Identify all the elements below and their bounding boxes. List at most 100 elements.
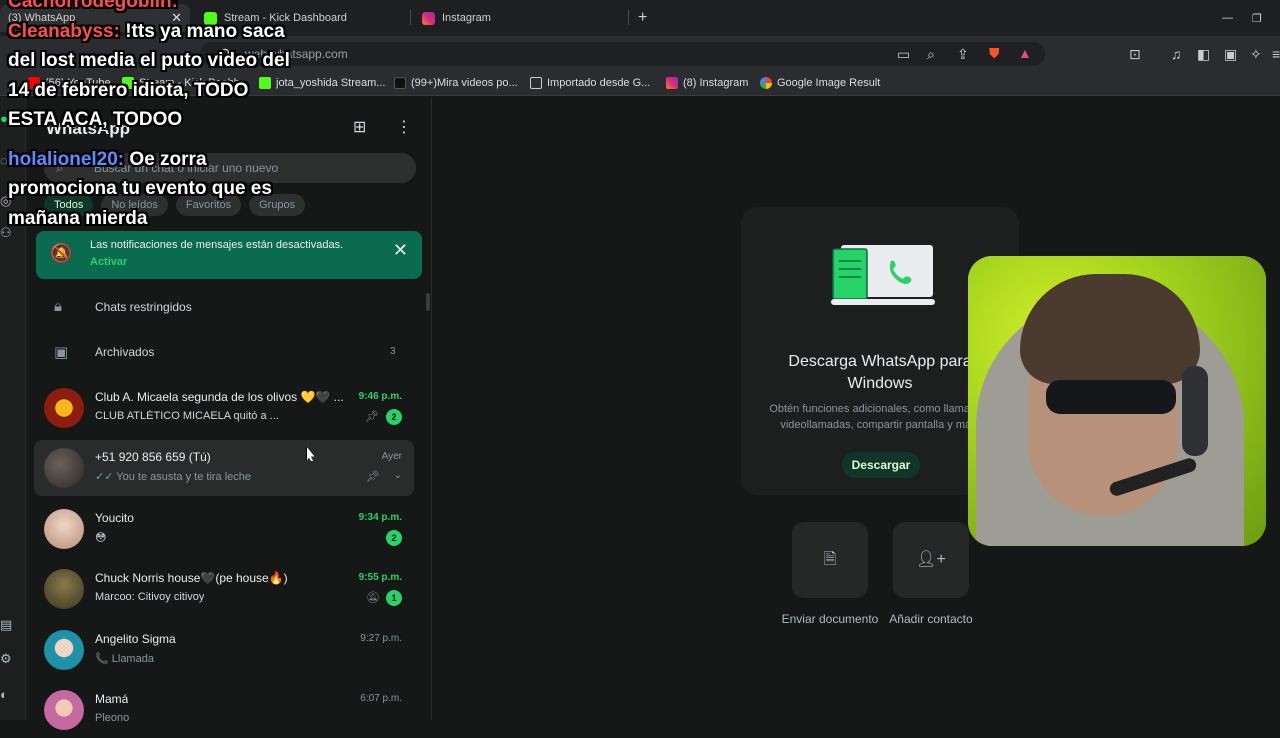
close-banner-icon[interactable]: ✕ — [393, 240, 408, 261]
filter-all[interactable]: Todos — [44, 194, 94, 216]
chat-filters: Todos No leídos Favoritos Grupos — [44, 194, 306, 216]
avatar — [44, 690, 84, 730]
chat-item[interactable]: Youcito 😳 9:34 p.m. 2 — [34, 501, 414, 557]
filter-groups[interactable]: Grupos — [249, 194, 306, 216]
scrollbar-thumb[interactable] — [426, 293, 430, 311]
lock-icon: 🔒︎ — [54, 298, 62, 315]
status-icon[interactable]: ◌ — [0, 153, 8, 168]
bookmark-jota-yoshida[interactable]: jota_yoshida Stream... — [259, 77, 385, 89]
bookmark-label: Importado desde G... — [547, 77, 651, 89]
send-document-label: Enviar documento — [781, 612, 879, 626]
chats-icon[interactable]: ● — [0, 111, 8, 126]
tab-separator — [410, 10, 411, 25]
send-document-action[interactable]: 🗎 Enviar documento — [775, 522, 885, 626]
share-icon[interactable]: ⇪ — [957, 46, 969, 63]
menu-icon[interactable]: ≡ — [1272, 46, 1280, 62]
chat-preview: CLUB ATLÉTICO MICAELA quitó a ... — [95, 410, 279, 422]
archived-count: 3 — [390, 346, 396, 357]
chat-name: Angelito Sigma — [95, 632, 176, 646]
brave-shield-icon[interactable]: ⛊ — [989, 45, 1000, 62]
search-input[interactable]: ⌕ Buscar un chat o iniciar uno nuevo — [44, 153, 416, 183]
chat-time: 9:34 p.m. — [358, 512, 402, 523]
kick-icon — [259, 77, 271, 89]
chevron-down-icon[interactable]: ⌄ — [394, 470, 402, 481]
chat-time: 9:27 p.m. — [360, 633, 402, 644]
activate-notifications-link[interactable]: Activar — [90, 256, 127, 268]
webcam-headset — [1182, 366, 1208, 456]
tab-title: (3) WhatsApp — [8, 12, 76, 24]
chat-name: Mamá — [95, 692, 129, 706]
wallet-icon[interactable]: ▣ — [1224, 46, 1237, 63]
laptop-illustration-icon — [831, 245, 935, 305]
archived-chats-row[interactable]: ▣ Archivados 3 — [26, 331, 426, 375]
minimize-window-button[interactable]: — — [1222, 4, 1236, 32]
restricted-chats-label: Chats restringidos — [95, 300, 192, 314]
new-tab-button[interactable]: + — [638, 4, 658, 32]
filter-favorites[interactable]: Favoritos — [175, 194, 242, 216]
pin-icon: 📌︎ — [366, 471, 380, 483]
chat-item[interactable]: Angelito Sigma 📞 Llamada 9:27 p.m. — [34, 622, 414, 678]
chat-name: Youcito — [95, 511, 134, 525]
chat-item[interactable]: +51 920 856 659 (Tú) ✓✓ You te asusta y … — [34, 440, 414, 496]
close-tab-icon[interactable]: ✕ — [171, 10, 182, 26]
restricted-chats-row[interactable]: 🔒︎ Chats restringidos — [26, 286, 426, 330]
unread-badge: 1 — [386, 590, 402, 606]
chat-time: 6:07 p.m. — [360, 693, 402, 704]
whatsapp-nav-rail: ● ◌ ◎ ⚇ ▤ ⚙ ◐ — [0, 97, 26, 720]
muted-icon: 🔕︎ — [366, 592, 380, 604]
bookmark-label: (56) YouTube — [45, 77, 111, 89]
bookmark-google-image[interactable]: Google Image Result — [760, 77, 880, 89]
media-controls-icon[interactable]: ♫ — [1171, 46, 1182, 62]
tab-kick-dashboard[interactable]: Stream - Kick Dashboard — [204, 4, 404, 32]
download-button[interactable]: Descargar — [842, 452, 920, 478]
address-bar[interactable]: ⚲ web.whatsapp.com ▭ ⌕ ⇪ ⛊ ▲ — [200, 42, 1045, 66]
settings-gear-icon[interactable]: ⚙ — [0, 651, 12, 667]
avatar — [44, 569, 84, 609]
chat-item[interactable]: Chuck Norris house🖤(pe house🔥) Marcoo: C… — [34, 561, 414, 617]
bookmark-label: Google Image Result — [777, 77, 881, 89]
site-settings-icon[interactable]: ⚲ — [220, 46, 230, 63]
add-contact-label: Añadir contacto — [889, 612, 973, 626]
plus-icon: + — [638, 9, 648, 26]
zoom-icon[interactable]: ⌕ — [927, 46, 935, 63]
filter-unread[interactable]: No leídos — [101, 194, 168, 216]
chat-item[interactable]: Mamá Pleono 6:07 p.m. — [34, 682, 414, 738]
bookmark-kick-dashboard[interactable]: Stream - Kick Dashb... — [122, 77, 249, 89]
more-options-icon[interactable]: ⋮ — [396, 117, 412, 137]
bookmark-label: Stream - Kick Dashb... — [139, 77, 250, 89]
maximize-icon: ❐ — [1252, 12, 1262, 25]
tab-title: Instagram — [442, 12, 491, 24]
brave-rewards-icon[interactable]: ▲ — [1018, 45, 1032, 61]
cast-icon[interactable]: ▭ — [897, 46, 910, 63]
avatar — [44, 388, 84, 428]
add-contact-icon: 👤︎+ — [893, 522, 969, 598]
avatar — [44, 509, 84, 549]
new-chat-icon[interactable]: ⊞ — [353, 117, 366, 137]
chat-name: Club A. Micaela segunda de los olivos 💛🖤… — [95, 390, 344, 404]
tab-instagram[interactable]: Instagram — [422, 4, 622, 32]
unread-badge: 2 — [386, 530, 402, 546]
bookmark-tiktok[interactable]: (99+)Mira videos po... — [394, 77, 518, 89]
media-icon[interactable]: ▤ — [0, 617, 12, 633]
sidebar-toggle-icon[interactable]: ◧ — [1197, 46, 1210, 63]
tab-separator — [628, 10, 629, 25]
bookmark-youtube[interactable]: (56) YouTube — [28, 77, 111, 89]
avatar — [44, 630, 84, 670]
chat-item[interactable]: Club A. Micaela segunda de los olivos 💛🖤… — [34, 380, 414, 436]
chat-preview: Marcoo: Citivoy citivoy — [95, 591, 205, 603]
tab-search-icon[interactable]: ⊡ — [1129, 46, 1141, 63]
maximize-window-button[interactable]: ❐ — [1252, 4, 1266, 32]
bookmark-label: jota_yoshida Stream... — [276, 77, 386, 89]
tab-whatsapp[interactable]: (3) WhatsApp ✕ — [0, 4, 190, 32]
profile-avatar-icon[interactable]: ◐ — [0, 687, 8, 702]
search-icon: ⌕ — [56, 160, 64, 175]
channels-icon[interactable]: ◎ — [0, 193, 11, 209]
tab-title: Stream - Kick Dashboard — [224, 12, 347, 24]
communities-icon[interactable]: ⚇ — [0, 225, 12, 241]
sidebar-title: WhatsApp — [46, 119, 131, 138]
leo-ai-icon[interactable]: ✧ — [1250, 46, 1262, 63]
download-heading: Descarga WhatsApp para Windows — [788, 353, 972, 392]
chat-preview: Pleono — [95, 712, 130, 724]
bookmark-instagram[interactable]: (8) Instagram — [666, 77, 748, 89]
bookmark-folder-imported[interactable]: Importado desde G... — [530, 77, 650, 89]
